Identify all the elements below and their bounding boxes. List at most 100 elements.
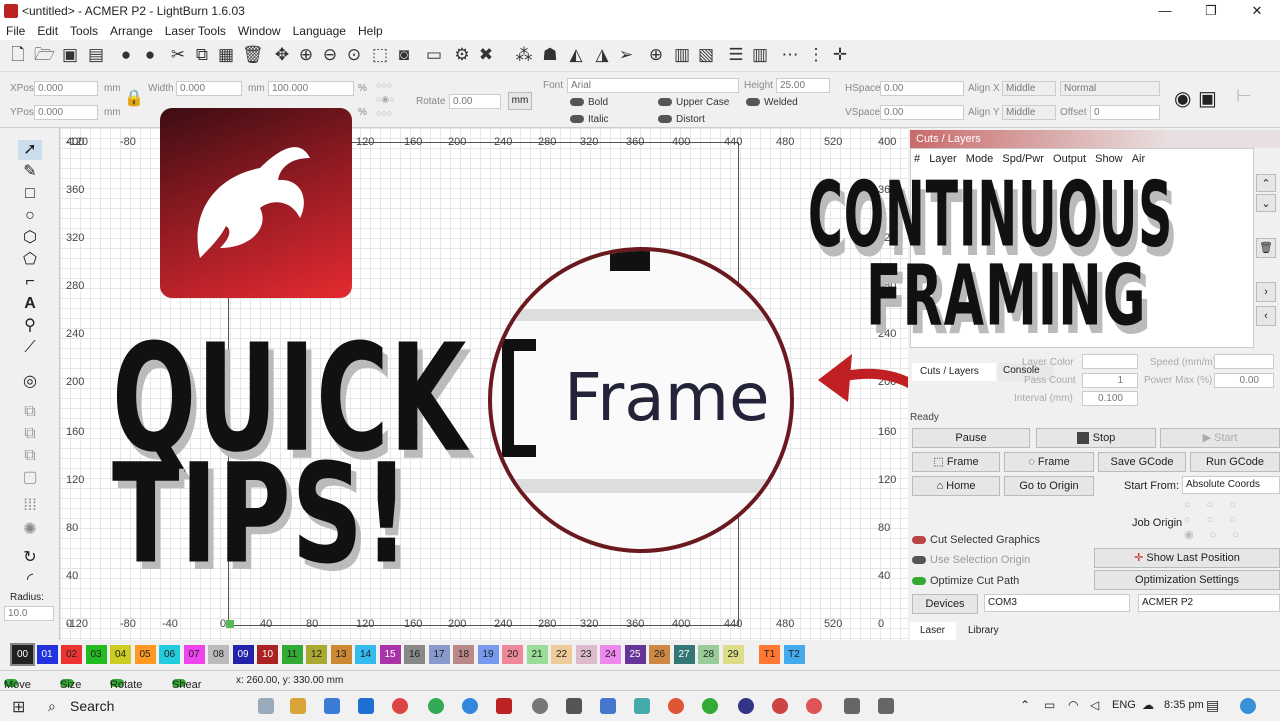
tray-chevron-icon[interactable]: ⌃ xyxy=(1020,698,1030,712)
taskbar-app-8-icon[interactable] xyxy=(844,698,860,714)
taskbar-app-9-icon[interactable] xyxy=(878,698,894,714)
tab-cuts-layers[interactable]: Cuts / Layers xyxy=(912,363,996,381)
tab-library[interactable]: Library xyxy=(960,622,1016,640)
delete-icon[interactable]: 🗑 xyxy=(242,45,264,65)
corner-tool-icon[interactable]: ◜ xyxy=(18,570,42,590)
camera-overlay-icon[interactable]: ◉ xyxy=(1174,86,1191,111)
circular-array-icon[interactable]: ✺ xyxy=(18,520,42,540)
device-select[interactable]: ACMER P2 xyxy=(1138,594,1280,612)
lock-icon[interactable]: 🔒 xyxy=(124,88,144,108)
maximize-icon[interactable]: ❐ xyxy=(1188,0,1234,22)
palette-swatch-02[interactable]: 02 xyxy=(61,645,82,664)
rectangle-tool-icon[interactable]: □ xyxy=(18,184,42,204)
palette-swatch-19[interactable]: 19 xyxy=(477,645,499,664)
distribute-h-icon[interactable]: ⋯ xyxy=(780,45,800,65)
com-port-select[interactable]: COM3 xyxy=(984,594,1130,612)
camera-capture-icon[interactable]: ▣ xyxy=(1198,86,1217,111)
tray-wifi-icon[interactable]: ◠ xyxy=(1068,698,1078,712)
chrome-profile-2-icon[interactable] xyxy=(462,698,478,714)
palette-swatch-14[interactable]: 14 xyxy=(355,645,376,664)
align-top-icon[interactable]: ☰ xyxy=(726,45,746,65)
frame-rect-button[interactable]: ⬚ Frame xyxy=(912,452,1000,472)
send-icon[interactable]: ➢ xyxy=(616,45,636,65)
palette-swatch-13[interactable]: 13 xyxy=(330,645,352,664)
pass-count-input[interactable]: 1 xyxy=(1082,373,1138,388)
stop-button[interactable]: Stop xyxy=(1036,428,1156,448)
tray-volume-icon[interactable]: ◁ xyxy=(1090,698,1099,712)
tray-language[interactable]: ENG xyxy=(1112,699,1136,711)
xpos-input[interactable]: 0.000 xyxy=(34,81,98,96)
palette-swatch-08[interactable]: 08 xyxy=(208,645,229,664)
taskbar-chrome-4-icon[interactable] xyxy=(702,698,718,714)
measure-tool-icon[interactable]: ⟋ xyxy=(18,338,42,358)
chrome-profile-icon[interactable] xyxy=(428,698,444,714)
taskbar-tool-icon[interactable] xyxy=(532,698,548,714)
menu-window[interactable]: Window xyxy=(232,22,287,40)
distribute-v-icon[interactable]: ⋮ xyxy=(806,45,826,65)
taskbar-folder-icon[interactable] xyxy=(600,698,616,714)
font-select[interactable]: Arial xyxy=(567,78,739,93)
offset-shapes-icon[interactable]: ◎ xyxy=(18,372,42,392)
start-from-select[interactable]: Absolute Coords xyxy=(1182,476,1280,494)
speed-input[interactable] xyxy=(1214,354,1274,369)
power-max-input[interactable]: 0.00 xyxy=(1214,373,1274,388)
align-bottom-icon[interactable]: ▥ xyxy=(750,45,770,65)
save-gcode-button[interactable]: Save GCode xyxy=(1098,452,1186,472)
anchor-grid-icon[interactable]: ○○○ ○◉○ ○○○ xyxy=(376,78,410,122)
palette-swatch-29[interactable]: 29 xyxy=(722,645,744,664)
taskbar-editor-icon[interactable] xyxy=(566,698,582,714)
copy-icon[interactable]: ⧉ xyxy=(192,45,212,65)
home-button[interactable]: ⌂ Home xyxy=(912,476,1000,496)
text-height-input[interactable]: 25.00 xyxy=(776,78,830,93)
monitor-icon[interactable]: ▭ xyxy=(424,45,444,65)
go-to-origin-button[interactable]: Go to Origin xyxy=(1004,476,1094,496)
boolean-intersect-icon[interactable]: ▢ xyxy=(18,468,42,488)
palette-swatch-27[interactable]: 27 xyxy=(673,645,695,664)
palette-swatch-15[interactable]: 15 xyxy=(379,645,401,664)
new-file-icon[interactable]: 🗋 xyxy=(8,45,28,65)
distort-toggle[interactable]: Distort xyxy=(658,114,705,125)
optimization-settings-button[interactable]: Optimization Settings xyxy=(1094,570,1280,590)
pentagon-tool-icon[interactable]: ⬠ xyxy=(18,250,42,270)
tray-onedrive-icon[interactable]: ☁ xyxy=(1142,698,1154,712)
ellipse-tool-icon[interactable]: ○ xyxy=(18,206,42,226)
upper-case-toggle[interactable]: Upper Case xyxy=(658,97,729,108)
print-icon[interactable]: ▤ xyxy=(86,45,106,65)
palette-swatch-16[interactable]: 16 xyxy=(404,645,425,664)
menu-edit[interactable]: Edit xyxy=(31,22,64,40)
notifications-icon[interactable]: ▤ xyxy=(1206,697,1219,714)
polygon-tool-icon[interactable]: ⬡ xyxy=(18,228,42,248)
rotate-input[interactable]: 0.00 xyxy=(449,94,501,109)
palette-swatch-12[interactable]: 12 xyxy=(306,645,327,664)
move-down-icon[interactable]: ⌄ xyxy=(1256,194,1276,212)
dock-icon[interactable]: ⊢ xyxy=(1236,86,1252,107)
expand-right-icon[interactable]: › xyxy=(1256,282,1276,302)
zoom-out-icon[interactable]: ⊖ xyxy=(320,45,340,65)
machine-settings-icon[interactable]: ✖ xyxy=(476,45,496,65)
center-icon[interactable]: ✛ xyxy=(830,45,850,65)
move-up-icon[interactable]: ⌃ xyxy=(1256,174,1276,192)
lightburn-taskbar-icon[interactable] xyxy=(496,698,512,714)
align-left-icon[interactable]: ▥ xyxy=(672,45,692,65)
palette-swatch-22[interactable]: 22 xyxy=(551,645,572,664)
use-selection-origin-toggle[interactable]: Use Selection Origin xyxy=(912,554,1030,566)
bold-toggle[interactable]: Bold xyxy=(570,97,608,108)
job-origin-grid-icon[interactable]: ○○○ ○○○ ◉○○ xyxy=(1184,498,1268,542)
word-icon[interactable] xyxy=(358,698,374,714)
boolean-union-icon[interactable]: ⧉ xyxy=(18,424,42,444)
palette-swatch-09[interactable]: 09 xyxy=(232,645,254,664)
taskbar-search[interactable]: ⌕ Search xyxy=(42,691,242,721)
open-folder-icon[interactable]: 🗁 xyxy=(34,45,55,65)
menu-file[interactable]: File xyxy=(0,22,31,40)
text-tool-icon[interactable]: A xyxy=(18,294,42,314)
palette-swatch-t1[interactable]: T1 xyxy=(759,645,780,664)
palette-swatch-07[interactable]: 07 xyxy=(183,645,205,664)
units-button[interactable]: mm xyxy=(508,92,532,110)
palette-swatch-23[interactable]: 23 xyxy=(575,645,597,664)
ypos-input[interactable]: 0.000 xyxy=(34,105,98,120)
rotate-tool-icon[interactable]: ↻ xyxy=(18,548,42,568)
camera-icon[interactable]: ◙ xyxy=(394,45,414,65)
grid-array-icon[interactable]: ⁞⁞⁞ xyxy=(18,496,42,516)
flip-horizontal-icon[interactable]: ◭ xyxy=(566,45,586,65)
minimize-icon[interactable]: — xyxy=(1142,0,1188,22)
